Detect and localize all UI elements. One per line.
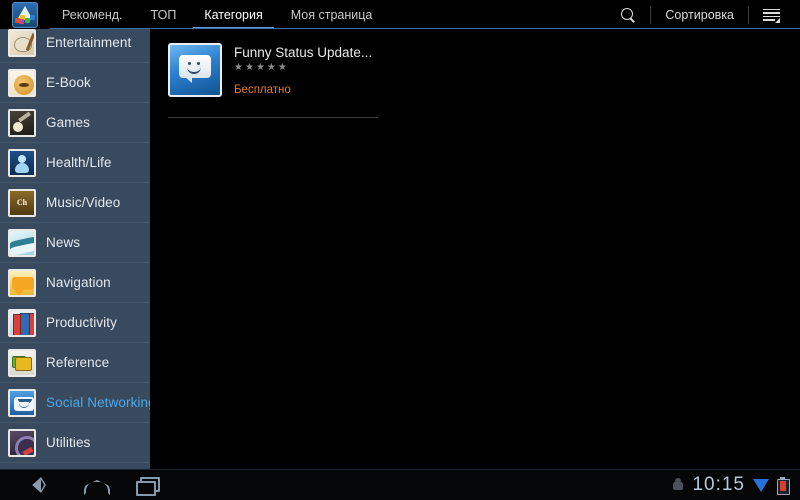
health-category-icon [8,148,36,177]
sidebar-item-reference[interactable]: Reference [0,343,150,383]
status-icons[interactable]: 10:15 [672,474,800,496]
sidebar-item-label: Entertainment [46,35,132,50]
sidebar-item-ebook[interactable]: E-Book [0,63,150,103]
sidebar-item-music-video[interactable]: Ch Music/Video [0,183,150,223]
tab-top[interactable]: ТОП [137,0,191,30]
sort-label: Сортировка [665,8,734,22]
tab-label: Моя страница [290,8,373,22]
star-icon: ★ [244,62,254,73]
reference-category-icon [8,348,36,377]
news-category-icon [8,228,36,257]
smiley-chat-bubble-icon [168,43,222,97]
list-menu-icon [763,8,780,23]
sidebar-item-productivity[interactable]: Productivity [0,303,150,343]
sidebar-item-label: Games [46,115,91,130]
home-icon[interactable] [82,476,108,494]
app-metadata: Funny Status Update... ★ ★ ★ ★ ★ Бесплат… [234,43,372,97]
action-bar-right: Сортировка [609,0,800,30]
sidebar-item-news[interactable]: News [0,223,150,263]
tab-bar: Рекоменд. ТОП Категория Моя страница [48,0,386,30]
divider [650,6,652,24]
sidebar-item-label: Navigation [46,275,111,290]
sidebar-item-label: Social Networking [46,395,150,410]
navigation-category-icon [8,268,36,297]
rating-stars: ★ ★ ★ ★ ★ [234,63,372,73]
sidebar-item-entertainment[interactable]: Entertainment [0,29,150,63]
recent-apps-icon[interactable] [134,476,160,496]
tab-recommended[interactable]: Рекоменд. [48,0,137,30]
sidebar-item-label: Utilities [46,435,91,450]
sidebar-item-navigation[interactable]: Navigation [0,263,150,303]
games-category-icon [8,108,36,137]
sidebar-item-label: Reference [46,355,110,370]
category-sidebar[interactable]: Entertainment E-Book Games Health/Life C… [0,29,150,469]
back-icon[interactable] [30,476,56,494]
tab-label: Рекоменд. [62,8,123,22]
overflow-menu-button[interactable] [751,0,792,30]
sidebar-item-label: Health/Life [46,155,112,170]
status-clock: 10:15 [692,474,745,495]
tab-my-page[interactable]: Моя страница [277,0,387,30]
app-price: Бесплатно [234,84,291,96]
navigation-buttons [0,476,160,496]
sidebar-item-games[interactable]: Games [0,103,150,143]
battery-icon [777,477,790,495]
signal-down-icon [753,478,769,492]
star-icon: ★ [234,62,243,73]
samsung-apps-logo-icon[interactable] [12,2,38,28]
action-bar: Рекоменд. ТОП Категория Моя страница Сор… [0,0,800,30]
sidebar-item-health-life[interactable]: Health/Life [0,143,150,183]
tab-label: Категория [204,8,263,22]
sidebar-item-utilities[interactable]: Utilities [0,423,150,463]
sidebar-item-label: Productivity [46,315,117,330]
productivity-category-icon [8,308,36,337]
system-bar: 10:15 [0,469,800,500]
android-robot-icon [672,478,684,492]
list-item-separator [168,117,378,118]
sidebar-item-social-networking[interactable]: Social Networking [0,383,150,423]
eye-left [188,62,191,65]
tab-category[interactable]: Категория [190,0,276,30]
divider [748,6,749,24]
search-icon [621,7,636,23]
app-list-panel: Funny Status Update... ★ ★ ★ ★ ★ Бесплат… [150,29,800,469]
tablet-screen: Рекоменд. ТОП Категория Моя страница Сор… [0,0,800,500]
sidebar-item-label: Music/Video [46,195,121,210]
ebook-category-icon [8,68,36,97]
entertainment-category-icon [8,29,36,57]
logo-dots [13,15,37,24]
music-video-category-icon: Ch [8,188,36,217]
star-icon: ★ [255,62,265,73]
tab-label: ТОП [150,8,177,22]
search-button[interactable] [609,0,648,30]
sort-button[interactable]: Сортировка [653,0,746,30]
star-icon: ★ [277,62,287,73]
star-icon: ★ [266,62,276,73]
app-title: Funny Status Update... [234,45,373,60]
sidebar-item-label: E-Book [46,75,91,90]
battery-fill [779,481,786,491]
sidebar-item-label: News [46,235,81,250]
social-networking-category-icon [8,388,36,417]
utilities-category-icon [8,428,36,457]
eye-right [197,62,200,65]
list-item[interactable]: Funny Status Update... ★ ★ ★ ★ ★ Бесплат… [168,43,378,97]
